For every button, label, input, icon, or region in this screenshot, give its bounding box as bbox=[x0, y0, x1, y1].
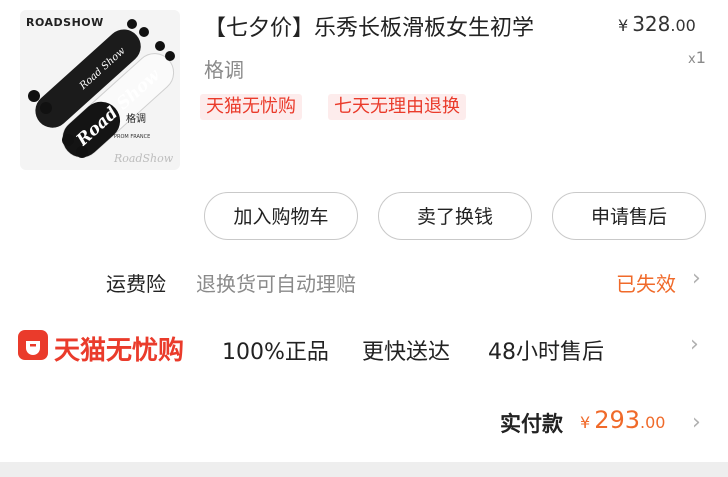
watermark-text: RoadShow bbox=[113, 152, 174, 165]
product-image[interactable]: ROADSHOW Road Show Road Show 格调 PROM FRA… bbox=[20, 10, 180, 170]
feature-genuine: 100%正品 bbox=[222, 340, 329, 365]
product-title[interactable]: 【七夕价】乐秀长板滑板女生初学 bbox=[204, 10, 534, 42]
variant-caption: 格调 bbox=[126, 112, 146, 125]
apply-after-sale-button[interactable]: 申请售后 bbox=[552, 192, 706, 240]
sell-for-cash-button[interactable]: 卖了换钱 bbox=[378, 192, 532, 240]
chevron-right-icon[interactable]: › bbox=[692, 266, 701, 291]
chevron-right-icon[interactable]: › bbox=[690, 332, 699, 357]
chevron-right-icon[interactable]: › bbox=[692, 410, 701, 435]
add-to-cart-button[interactable]: 加入购物车 bbox=[204, 192, 358, 240]
skateboard-illustration: Road Show Road Show 格调 PROM FRANCE RoadS… bbox=[28, 19, 175, 165]
product-variant: 格调 bbox=[204, 58, 244, 82]
feature-48h-after-sale: 48小时售后 bbox=[488, 340, 604, 365]
tmall-worry-free-title: 天猫无忧购 bbox=[54, 336, 185, 366]
tag-seven-day-return: 七天无理由退换 bbox=[328, 94, 466, 120]
shipping-insurance-label: 运费险 bbox=[106, 272, 166, 296]
unit-price: ¥328.00 bbox=[618, 12, 696, 36]
tmall-logo-icon bbox=[18, 330, 48, 360]
shipping-insurance-status[interactable]: 已失效 bbox=[616, 268, 676, 297]
footer-divider bbox=[0, 462, 728, 477]
quantity: x1 bbox=[688, 48, 706, 67]
actual-payment-amount: ¥293.00 bbox=[580, 406, 666, 434]
shipping-insurance-description: 退换货可自动理赔 bbox=[196, 272, 356, 296]
prom-caption: PROM FRANCE bbox=[114, 134, 150, 140]
actual-payment-label: 实付款 bbox=[500, 412, 563, 436]
tag-tmall-worry-free: 天猫无忧购 bbox=[200, 94, 302, 120]
feature-fast-delivery: 更快送达 bbox=[362, 340, 451, 365]
